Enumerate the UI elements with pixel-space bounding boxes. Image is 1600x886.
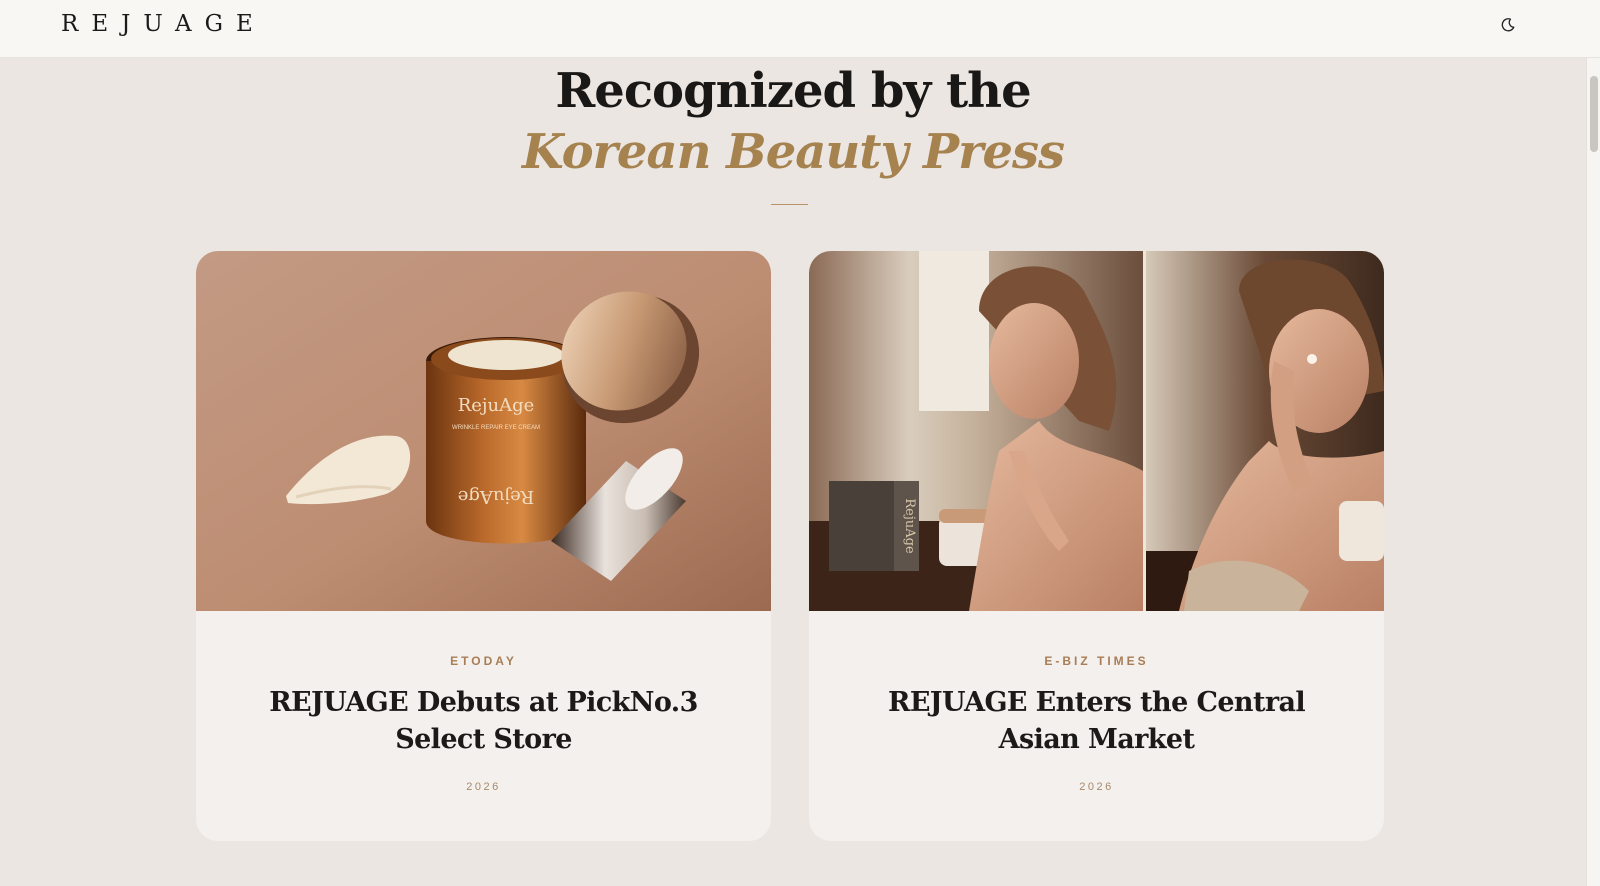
section-title: Recognized by the: [555, 63, 1031, 119]
press-card-image[interactable]: RejuAge WRINKLE REPAIR EYE CREAM RejuAge: [196, 251, 771, 611]
press-source: ETODAY: [450, 654, 517, 668]
press-card[interactable]: RejuAge WRINKLE REPAIR EYE CREAM RejuAge…: [196, 251, 771, 841]
press-card[interactable]: RejuAge E-BIZ TIMES REJUAGE Enters the C…: [809, 251, 1384, 841]
press-section-heading: Recognized by the Korean Beauty Press: [0, 58, 1586, 181]
product-photo-icon: RejuAge WRINKLE REPAIR EYE CREAM RejuAge: [196, 251, 771, 611]
scrollbar[interactable]: [1586, 58, 1600, 886]
svg-text:RejuAge: RejuAge: [902, 498, 917, 554]
lifestyle-photo-icon: RejuAge: [809, 251, 1384, 611]
theme-toggle-button[interactable]: [1496, 13, 1520, 37]
press-headline[interactable]: REJUAGE Debuts at PickNo.3 Select Store: [236, 684, 731, 758]
svg-text:RejuAge: RejuAge: [458, 395, 535, 416]
section-subtitle: Korean Beauty Press: [521, 124, 1065, 180]
press-source: E-BIZ TIMES: [1044, 654, 1149, 668]
svg-text:WRINKLE REPAIR EYE CREAM: WRINKLE REPAIR EYE CREAM: [452, 425, 540, 431]
top-navbar: REJUAGE: [0, 0, 1600, 58]
brand-logo[interactable]: REJUAGE: [61, 11, 266, 37]
press-headline[interactable]: REJUAGE Enters the Central Asian Market: [849, 684, 1344, 758]
scrollbar-thumb[interactable]: [1590, 76, 1598, 152]
press-card-image[interactable]: RejuAge: [809, 251, 1384, 611]
svg-text:RejuAge: RejuAge: [458, 486, 535, 507]
section-divider: [771, 204, 808, 205]
press-year: 2026: [466, 781, 501, 793]
moon-icon: [1501, 18, 1515, 32]
press-year: 2026: [1079, 781, 1114, 793]
